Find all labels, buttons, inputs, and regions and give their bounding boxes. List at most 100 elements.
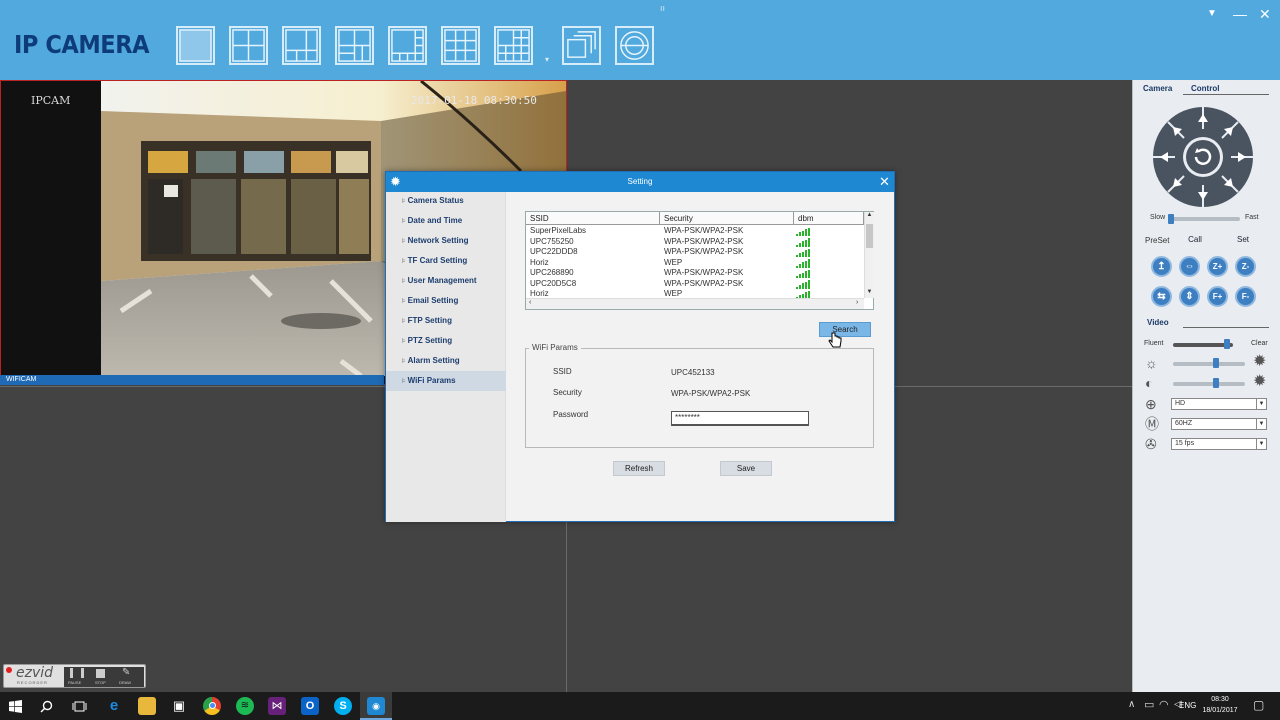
layout-8b-button[interactable] — [388, 26, 427, 65]
tab-control[interactable]: Control — [1191, 84, 1219, 93]
layout-8-button[interactable] — [335, 26, 374, 65]
wifi-tray-icon[interactable]: ◠ — [1159, 698, 1169, 711]
store-icon[interactable]: ▣ — [170, 697, 188, 715]
task-view-icon[interactable] — [72, 700, 87, 713]
tab-camera[interactable]: Camera — [1143, 84, 1172, 93]
menu-alarm-setting[interactable]: ⊧ Alarm Setting — [386, 351, 506, 371]
layout-4-button[interactable] — [229, 26, 268, 65]
password-input[interactable]: ******** — [671, 411, 809, 426]
search-icon[interactable] — [40, 700, 53, 713]
menu-tf-card[interactable]: ⊧ TF Card Setting — [386, 251, 506, 271]
fullscreen-button[interactable] — [562, 26, 601, 65]
preset-call-button[interactable]: Call — [1180, 233, 1210, 247]
scroll-right-icon[interactable]: › — [856, 299, 858, 306]
notifications-icon[interactable]: ▢ — [1253, 698, 1264, 712]
security-cell[interactable]: WPA-PSK/WPA2-PSK — [664, 226, 743, 236]
quality-slider-thumb[interactable] — [1224, 339, 1230, 349]
clock-date[interactable]: 18/01/2017 — [1198, 707, 1242, 714]
zoom-in-button[interactable]: Z+ — [1207, 256, 1228, 277]
chrome-icon[interactable] — [203, 697, 221, 715]
network-tray-icon[interactable]: ▭ — [1144, 698, 1154, 711]
edge-browser-icon[interactable]: e — [105, 697, 123, 715]
ptz-direction-pad[interactable] — [1151, 105, 1255, 209]
speed-slider-track[interactable] — [1170, 217, 1240, 221]
speed-slider-thumb[interactable] — [1168, 214, 1175, 224]
windows-start-icon[interactable] — [9, 700, 22, 713]
spotify-icon[interactable]: ≋ — [236, 697, 254, 715]
security-cell[interactable]: WPA-PSK/WPA2-PSK — [664, 247, 743, 257]
layout-more-icon[interactable]: ▾ — [545, 55, 549, 64]
save-button[interactable]: Save — [720, 461, 772, 476]
menu-ptz-setting[interactable]: ⊧ PTZ Setting — [386, 331, 506, 351]
ptz-vscan-button[interactable]: ⇕ — [1179, 286, 1200, 307]
close-button[interactable]: ✕ — [1259, 6, 1271, 23]
scrollbar-thumb[interactable] — [866, 224, 873, 248]
menu-email-setting[interactable]: ⊧ Email Setting — [386, 291, 506, 311]
frequency-select[interactable]: 60HZ ▼ — [1171, 418, 1267, 430]
scroll-left-icon[interactable]: ‹ — [529, 299, 531, 306]
file-explorer-icon[interactable] — [138, 697, 156, 715]
menu-date-time[interactable]: ⊧ Date and Time — [386, 211, 506, 231]
search-button[interactable]: Search — [819, 322, 871, 337]
column-header-ssid[interactable]: SSID — [526, 212, 660, 225]
ssid-cell[interactable]: Horiz — [530, 289, 549, 298]
language-indicator[interactable]: ENG — [1179, 701, 1196, 710]
dialog-close-icon[interactable]: ✕ — [879, 174, 890, 190]
layout-9-button[interactable] — [441, 26, 480, 65]
tab-video[interactable]: Video — [1147, 318, 1169, 327]
ssid-cell[interactable]: UPC755250 — [530, 237, 574, 247]
fps-select[interactable]: 15 fps ▼ — [1171, 438, 1267, 450]
menu-user-management[interactable]: ⊧ User Management — [386, 271, 506, 291]
visual-studio-icon[interactable]: ⋈ — [268, 697, 286, 715]
layout-6-button[interactable] — [282, 26, 321, 65]
menu-ftp-setting[interactable]: ⊧ FTP Setting — [386, 311, 506, 331]
ptz-flip-button[interactable]: ↥ — [1151, 256, 1172, 277]
ptz-hscan-button[interactable]: ⇆ — [1151, 286, 1172, 307]
ssid-cell[interactable]: Horiz — [530, 258, 549, 268]
preset-set-button[interactable]: Set — [1228, 233, 1258, 247]
column-header-dbm[interactable]: dbm — [794, 212, 864, 225]
column-header-security[interactable]: Security — [660, 212, 794, 225]
drag-handle[interactable]: ıı — [660, 3, 665, 13]
stop-icon[interactable] — [96, 669, 105, 678]
scroll-up-icon[interactable]: ▲ — [865, 212, 874, 218]
ssid-cell[interactable]: UPC22DDD8 — [530, 247, 578, 257]
outlook-icon[interactable]: O — [301, 697, 319, 715]
security-cell[interactable]: WEP — [664, 258, 682, 268]
refresh-button[interactable]: Refresh — [613, 461, 665, 476]
skype-icon[interactable]: S — [334, 697, 352, 715]
cycle-button[interactable] — [615, 26, 654, 65]
layout-1-button[interactable] — [176, 26, 215, 65]
clock-time[interactable]: 08:30 — [1202, 696, 1238, 703]
contrast-slider-track[interactable] — [1173, 382, 1245, 386]
contrast-slider-thumb[interactable] — [1213, 378, 1220, 388]
ssid-cell[interactable]: UPC20D5C8 — [530, 279, 576, 289]
tray-expand-icon[interactable]: ∧ — [1128, 699, 1135, 710]
layout-16-button[interactable] — [494, 26, 533, 65]
security-cell[interactable]: WPA-PSK/WPA2-PSK — [664, 268, 743, 278]
security-cell[interactable]: WEP — [664, 289, 682, 298]
menu-network-setting[interactable]: ⊧ Network Setting — [386, 231, 506, 251]
ssid-cell[interactable]: SuperPixelLabs — [530, 226, 586, 236]
minimize-button[interactable]: — — [1233, 6, 1247, 22]
menu-camera-status[interactable]: ⊧ Camera Status — [386, 191, 506, 211]
wifi-network-table[interactable]: SSID Security dbm SuperPixelLabs WPA-PSK/… — [525, 211, 874, 310]
brightness-slider-thumb[interactable] — [1213, 358, 1220, 368]
scroll-down-icon[interactable]: ▼ — [865, 289, 874, 295]
security-cell[interactable]: WPA-PSK/WPA2-PSK — [664, 237, 743, 247]
vertical-scrollbar[interactable]: ▲ ▼ — [864, 212, 874, 298]
draw-pen-icon[interactable]: ✎ — [122, 667, 130, 678]
ptz-mirror-button[interactable]: ⇔ — [1179, 256, 1200, 277]
ip-camera-taskbar-icon[interactable]: ◉ — [367, 697, 385, 715]
menu-dropdown-icon[interactable]: ▼ — [1207, 8, 1217, 19]
brightness-slider-track[interactable] — [1173, 362, 1245, 366]
menu-wifi-params[interactable]: ⊧ WiFi Params — [386, 371, 506, 391]
security-cell[interactable]: WPA-PSK/WPA2-PSK — [664, 279, 743, 289]
horizontal-scrollbar[interactable]: ‹ › — [526, 298, 864, 309]
pause-icon[interactable] — [70, 668, 84, 678]
focus-in-button[interactable]: F+ — [1207, 286, 1228, 307]
focus-out-button[interactable]: F- — [1235, 286, 1256, 307]
resolution-select[interactable]: HD ▼ — [1171, 398, 1267, 410]
zoom-out-button[interactable]: Z- — [1235, 256, 1256, 277]
ssid-cell[interactable]: UPC268890 — [530, 268, 574, 278]
